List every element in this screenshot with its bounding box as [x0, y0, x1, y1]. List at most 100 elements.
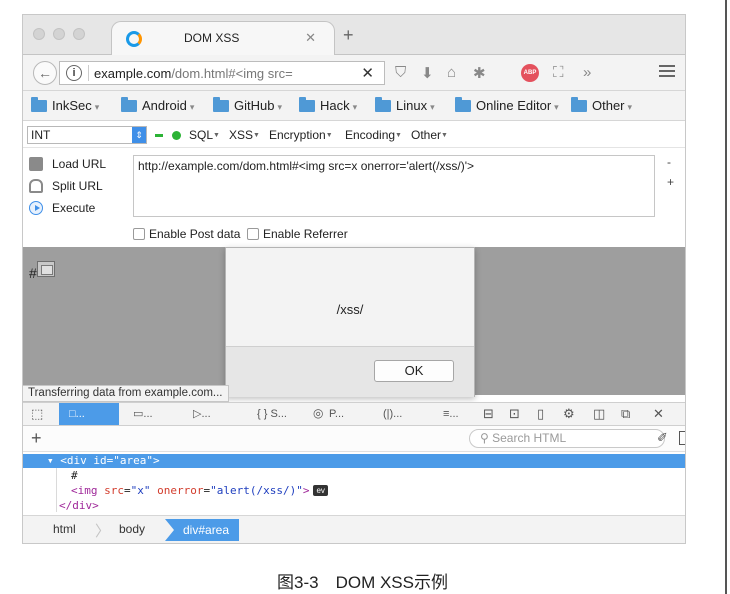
browser-tab[interactable]: DOM XSS ✕ — [111, 21, 335, 55]
tab-console[interactable]: ▭... — [133, 403, 183, 425]
tab-memory[interactable]: (|)... — [383, 403, 433, 425]
broken-image-icon — [37, 261, 55, 277]
responsive-design-icon[interactable]: ⊟ — [483, 406, 494, 422]
increase-icon[interactable] — [172, 131, 181, 140]
extension-icon[interactable]: ✱ — [473, 64, 486, 82]
tab-close-icon[interactable]: ✕ — [305, 30, 316, 46]
page-right-rule — [725, 0, 727, 594]
tab-debugger[interactable]: ▷... — [193, 403, 243, 425]
tree-node-div-close[interactable]: </div> — [23, 499, 685, 513]
menu-other[interactable]: Other▼ — [411, 128, 448, 142]
load-url-icon — [29, 157, 43, 171]
split-url-button[interactable]: Split URL — [29, 179, 103, 193]
hackbar-url-textarea[interactable]: http://example.com/dom.html#<img src=x o… — [133, 155, 655, 217]
close-devtools-icon[interactable]: ✕ — [653, 406, 664, 422]
bookmark-android[interactable]: Android ▾ — [121, 97, 194, 113]
add-node-button[interactable]: + — [31, 428, 42, 449]
tab-title: DOM XSS — [184, 31, 240, 45]
breadcrumb-body[interactable]: body — [119, 522, 145, 536]
status-bar: Transferring data from example.com... — [23, 385, 229, 402]
hackbar-type-select[interactable]: INT ⇕ — [27, 126, 147, 144]
search-icon: ⚲ — [480, 431, 493, 445]
enable-referrer-checkbox[interactable]: Enable Referrer — [247, 227, 348, 241]
bookmark-linux[interactable]: Linux ▾ — [375, 97, 435, 113]
close-window-button[interactable] — [33, 28, 45, 40]
execute-button[interactable]: Execute — [29, 201, 95, 215]
bookmark-other[interactable]: Other ▾ — [571, 97, 632, 113]
alert-dialog: /xss/ OK — [225, 247, 475, 397]
expand-button[interactable]: + — [667, 175, 674, 189]
back-button[interactable]: ← — [33, 61, 57, 85]
menu-sql[interactable]: SQL▼ — [189, 128, 220, 142]
hackbar-toolbar: INT ⇕ SQL▼ XSS▼ Encryption▼ Encoding▼ Ot… — [23, 122, 685, 148]
bookmark-inksec[interactable]: InkSec ▾ — [31, 97, 100, 113]
hackbar-actions: Load URL Split URL Execute http://exampl… — [23, 149, 685, 249]
tab-network[interactable]: ≡... — [443, 403, 483, 425]
enable-post-checkbox[interactable]: Enable Post data — [133, 227, 240, 241]
url-text[interactable]: example.com/dom.html#<img src= — [94, 66, 346, 81]
menu-xss[interactable]: XSS▼ — [229, 128, 260, 142]
menu-encryption[interactable]: Encryption▼ — [269, 128, 333, 142]
pocket-icon[interactable]: ⛉ — [395, 64, 406, 81]
folder-icon — [299, 97, 315, 112]
tab-style-editor[interactable]: { } S... — [257, 403, 307, 425]
chevron-down-icon: ▾ — [430, 102, 435, 112]
adblock-icon[interactable]: ABP — [521, 64, 539, 82]
folder-icon — [375, 97, 391, 112]
breadcrumb: html 〉 body div#area — [23, 515, 685, 543]
home-icon[interactable]: ⌂ — [447, 64, 456, 81]
folder-icon — [121, 97, 137, 112]
new-tab-button[interactable]: + — [343, 25, 354, 46]
bookmark-github[interactable]: GitHub ▾ — [213, 97, 282, 113]
firefox-icon — [126, 31, 142, 47]
pick-element-icon[interactable] — [679, 431, 685, 445]
scratchpad-icon[interactable]: ⊡ — [509, 406, 520, 422]
page-content: # /xss/ OK — [23, 247, 685, 397]
undock-icon[interactable]: ⧉ — [621, 406, 630, 422]
select-arrow-icon: ⇕ — [132, 127, 146, 143]
dock-side-icon[interactable]: ◫ — [593, 406, 605, 422]
expand-arrow-icon[interactable]: ▾ — [47, 454, 60, 467]
element-picker-icon[interactable]: ⬚ — [31, 406, 43, 422]
decrease-icon[interactable] — [155, 134, 163, 137]
execute-icon — [29, 201, 43, 215]
tab-performance[interactable]: P... — [329, 403, 369, 425]
bookmarks-bar: InkSec ▾ Android ▾ GitHub ▾ Hack ▾ Linux ▾ On… — [23, 91, 685, 121]
settings-icon[interactable]: ⚙ — [563, 406, 575, 422]
load-url-button[interactable]: Load URL — [29, 157, 106, 171]
event-badge[interactable]: ev — [313, 485, 328, 496]
menu-icon[interactable] — [659, 65, 675, 77]
overflow-icon[interactable]: » — [583, 64, 591, 81]
chevron-down-icon: ▾ — [94, 102, 100, 112]
breadcrumb-separator: 〉 — [95, 523, 111, 540]
figure-caption: 图3-3 DOM XSS示例 — [277, 573, 448, 592]
folder-icon — [213, 97, 229, 112]
info-icon[interactable]: i — [66, 65, 82, 81]
download-icon[interactable]: ⬇ — [421, 64, 434, 82]
markup-tree: ▾ <div id="area"> # <img src="x" onerror… — [23, 452, 685, 515]
shrink-button[interactable]: - — [667, 155, 671, 169]
minimize-window-button[interactable] — [53, 28, 65, 40]
maximize-window-button[interactable] — [73, 28, 85, 40]
tree-node-div-area[interactable]: ▾ <div id="area"> — [23, 454, 685, 468]
search-html-input[interactable]: ⚲ Search HTML — [469, 429, 665, 448]
tab-inspector[interactable]: □... — [59, 403, 119, 425]
breadcrumb-html[interactable]: html — [53, 522, 76, 536]
url-bar[interactable]: i example.com/dom.html#<img src= ✕ — [59, 61, 385, 85]
eyedropper-icon[interactable]: ✐ — [657, 430, 668, 446]
tree-node-text[interactable]: # — [23, 469, 685, 483]
menu-encoding[interactable]: Encoding▼ — [345, 128, 402, 142]
bookmark-online-editor[interactable]: Online Editor ▾ — [455, 97, 559, 113]
chevron-down-icon: ▾ — [277, 102, 282, 112]
breadcrumb-div-area[interactable]: div#area — [165, 519, 240, 541]
split-url-icon — [29, 179, 43, 193]
screenshot-icon[interactable]: ⛶ — [553, 64, 564, 81]
url-clear-icon[interactable]: ✕ — [361, 64, 374, 82]
bookmark-hack[interactable]: Hack ▾ — [299, 97, 357, 113]
screenshot-icon[interactable]: ▯ — [537, 406, 544, 422]
url-path: /dom.html#<img src= — [171, 66, 293, 81]
ok-button[interactable]: OK — [374, 360, 454, 382]
nav-bar: ← i example.com/dom.html#<img src= ✕ ⛉ ⬇… — [23, 55, 685, 91]
tree-node-img[interactable]: <img src="x" onerror="alert(/xss/)"> ev — [23, 484, 685, 498]
alert-message: /xss/ — [336, 302, 364, 317]
